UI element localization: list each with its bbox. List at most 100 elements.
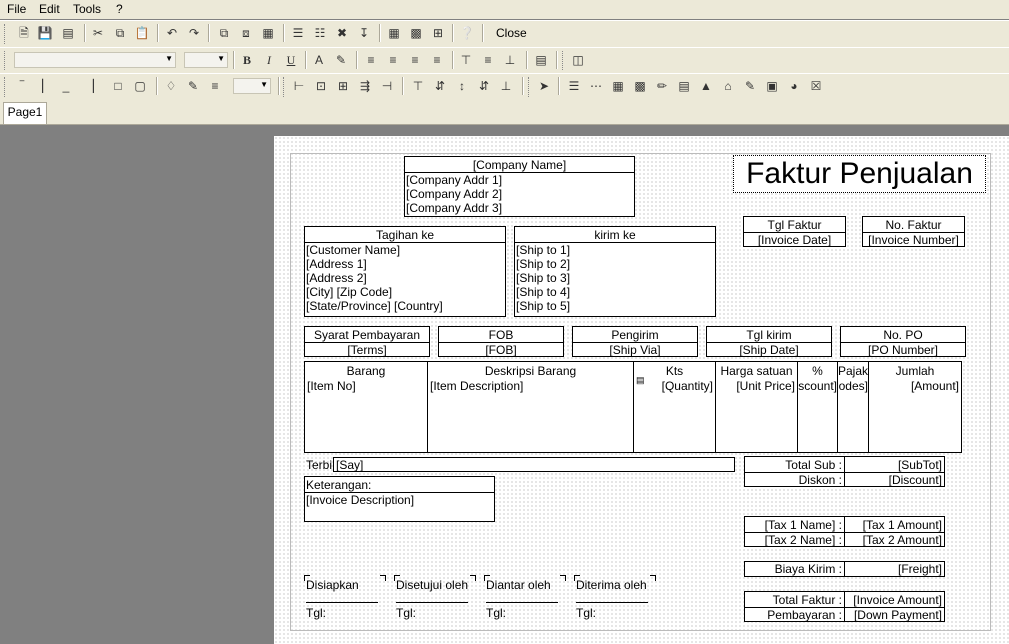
rotate-icon[interactable]: ▤ — [533, 52, 549, 68]
send-back-icon[interactable]: ⧈ — [238, 25, 254, 41]
cut-icon[interactable]: ✂ — [90, 25, 106, 41]
help-pointer-icon[interactable]: ❔ — [459, 25, 475, 41]
frame-color-icon[interactable]: ✎ — [185, 78, 201, 94]
invoice-date-box[interactable]: Tgl Faktur [Invoice Date] — [743, 216, 846, 247]
signature-received[interactable]: Diterima oleh Tgl: — [574, 575, 656, 622]
tab-page1[interactable]: Page1 — [3, 102, 47, 124]
snap-grid-icon[interactable]: ▩ — [408, 25, 424, 41]
invoice-number-box[interactable]: No. Faktur [Invoice Number] — [862, 216, 965, 247]
add-band-icon[interactable]: ☷ — [312, 25, 328, 41]
highlight-icon[interactable]: ✎ — [333, 52, 349, 68]
align-vcenter-icon[interactable]: ⇵ — [432, 78, 448, 94]
bill-to-box[interactable]: Tagihan ke [Customer Name] [Address 1] [… — [304, 226, 506, 317]
font-size-combo[interactable]: ▼ — [184, 52, 228, 68]
cross-tool-icon[interactable]: ☒ — [808, 78, 824, 94]
chart-tool-icon[interactable]: ◕ — [786, 78, 802, 94]
frame-all-icon[interactable]: □ — [110, 78, 126, 94]
underline-icon[interactable]: U — [283, 52, 299, 68]
object-inspector-icon[interactable]: ◫ — [570, 52, 586, 68]
shape-tool-icon[interactable]: ▲ — [698, 78, 714, 94]
bold-icon[interactable]: B — [239, 52, 255, 68]
toolbar-grip[interactable] — [4, 77, 8, 97]
align-right-icon[interactable]: ≡ — [407, 52, 423, 68]
toolbar-grip[interactable] — [4, 51, 8, 70]
richtext-tool-icon[interactable]: ✎ — [742, 78, 758, 94]
tax-box[interactable]: [Tax 1 Name] : [Tax 1 Amount] [Tax 2 Nam… — [744, 516, 945, 547]
signature-prepared[interactable]: Disiapkan Tgl: — [304, 575, 386, 622]
print-icon[interactable]: ▤ — [60, 25, 76, 41]
menu-edit[interactable]: Edit — [39, 2, 60, 16]
delete-band-icon[interactable]: ✖ — [334, 25, 350, 41]
frame-none-icon[interactable]: ▢ — [132, 78, 148, 94]
memo-tool-icon[interactable]: ☰ — [566, 78, 582, 94]
subreport-tool-icon[interactable]: ▩ — [632, 78, 648, 94]
frame-style-icon[interactable]: ≡ — [207, 78, 223, 94]
subtotal-box[interactable]: Total Sub : [SubTot] Diskon : [Discount] — [744, 456, 945, 487]
fit-band-icon[interactable]: ↧ — [356, 25, 372, 41]
line-tool-icon[interactable]: ✏ — [654, 78, 670, 94]
valign-bottom-icon[interactable]: ⊥ — [502, 52, 518, 68]
signature-approved[interactable]: Disetujui oleh Tgl: — [394, 575, 476, 622]
align-left-icon[interactable]: ≡ — [363, 52, 379, 68]
frame-width-combo[interactable]: ▼ — [233, 78, 271, 94]
new-icon[interactable]: 🗎 — [16, 25, 32, 41]
align-tops-icon[interactable]: ⊤ — [410, 78, 426, 94]
frame-bottom-icon[interactable]: _ — [58, 78, 74, 94]
insert-band-icon[interactable]: ☰ — [290, 25, 306, 41]
say-label[interactable]: Terbilang — [306, 458, 332, 472]
align-center-icon[interactable]: ≡ — [385, 52, 401, 68]
note-box[interactable]: Keterangan: [Invoice Description] — [304, 476, 495, 522]
justify-icon[interactable]: ≡ — [429, 52, 445, 68]
copy-icon[interactable]: ⧉ — [112, 25, 128, 41]
band-tool-icon[interactable]: ⋯ — [588, 78, 604, 94]
company-box[interactable]: [Company Name] [Company Addr 1] [Company… — [404, 156, 635, 217]
po-number-box[interactable]: No. PO [PO Number] — [840, 326, 966, 357]
picture-tool-icon[interactable]: ▦ — [610, 78, 626, 94]
menu-help[interactable]: ? — [116, 2, 123, 16]
frame-right-icon[interactable]: ⎥ — [84, 78, 100, 94]
paste-icon[interactable]: 📋 — [134, 25, 150, 41]
frame-top-icon[interactable]: ‾ — [14, 78, 30, 94]
toolbar-grip[interactable] — [562, 51, 566, 70]
align-grid-icon[interactable]: ⊞ — [430, 25, 446, 41]
undo-icon[interactable]: ↶ — [164, 25, 180, 41]
select-tool-icon[interactable]: ➤ — [536, 78, 552, 94]
valign-top-icon[interactable]: ⊤ — [458, 52, 474, 68]
say-field-box[interactable]: [Say] — [333, 457, 735, 472]
space-vert-icon[interactable]: ⇵ — [476, 78, 492, 94]
report-title-box[interactable]: Faktur Penjualan — [733, 155, 986, 193]
menu-file[interactable]: File — [7, 2, 26, 16]
fill-color-icon[interactable]: ♢ — [163, 78, 179, 94]
checkbox-tool-icon[interactable]: ▣ — [764, 78, 780, 94]
align-lefts-icon[interactable]: ⊢ — [291, 78, 307, 94]
barcode-tool-icon[interactable]: ▤ — [676, 78, 692, 94]
ole-tool-icon[interactable]: ⌂ — [720, 78, 736, 94]
toolbar-grip[interactable] — [4, 24, 8, 44]
signature-delivered[interactable]: Diantar oleh Tgl: — [484, 575, 566, 622]
group-icon[interactable]: ▦ — [260, 25, 276, 41]
italic-icon[interactable]: I — [261, 52, 277, 68]
toolbar-grip[interactable] — [528, 77, 532, 97]
center-window-icon[interactable]: ⊞ — [335, 78, 351, 94]
toolbar-grip[interactable] — [283, 77, 287, 97]
center-vwindow-icon[interactable]: ↕ — [454, 78, 470, 94]
space-horiz-icon[interactable]: ⇶ — [357, 78, 373, 94]
save-icon[interactable]: 💾 — [37, 25, 53, 41]
valign-middle-icon[interactable]: ≡ — [480, 52, 496, 68]
font-color-icon[interactable]: A — [311, 52, 327, 68]
items-table[interactable]: Barang [Item No] Deskripsi Barang [Item … — [304, 361, 962, 453]
close-button[interactable]: Close — [490, 24, 533, 42]
terms-box[interactable]: Syarat Pembayaran [Terms] — [304, 326, 430, 357]
menu-tools[interactable]: Tools — [73, 2, 101, 16]
grid-icon[interactable]: ▦ — [386, 25, 402, 41]
font-name-combo[interactable]: ▼ — [14, 52, 176, 68]
freight-box[interactable]: Biaya Kirim : [Freight] — [744, 561, 945, 577]
bring-front-icon[interactable]: ⧉ — [216, 25, 232, 41]
ship-to-box[interactable]: kirim ke [Ship to 1] [Ship to 2] [Ship t… — [514, 226, 716, 317]
align-rights-icon[interactable]: ⊣ — [379, 78, 395, 94]
align-bottoms-icon[interactable]: ⊥ — [498, 78, 514, 94]
redo-icon[interactable]: ↷ — [186, 25, 202, 41]
ship-via-box[interactable]: Pengirim [Ship Via] — [572, 326, 698, 357]
grand-total-box[interactable]: Total Faktur : [Invoice Amount] Pembayar… — [744, 591, 945, 622]
frame-left-icon[interactable]: ⎢ — [36, 78, 52, 94]
